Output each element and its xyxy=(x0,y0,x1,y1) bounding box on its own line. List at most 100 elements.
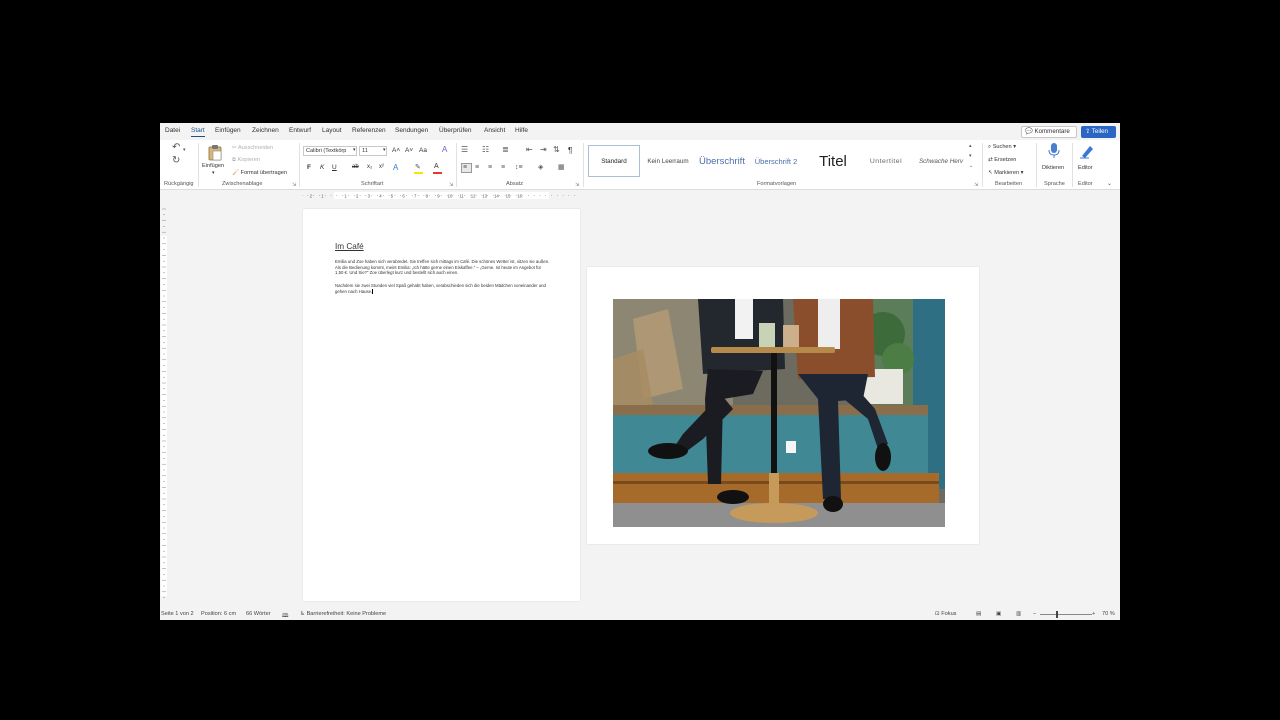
justify-icon[interactable]: ≡ xyxy=(501,164,505,172)
tab-start[interactable]: Start xyxy=(191,127,205,137)
subscript-button[interactable]: x₂ xyxy=(367,164,372,170)
strikethrough-button[interactable]: ab xyxy=(352,164,359,170)
font-name-select[interactable]: Calibri (Textkörp xyxy=(303,146,357,156)
styles-more-icon[interactable]: ⌄ xyxy=(969,162,973,170)
line-spacing-icon[interactable]: ↕≡ xyxy=(515,164,523,172)
tab-einfuegen[interactable]: Einfügen xyxy=(215,127,241,134)
zoom-in-icon[interactable]: + xyxy=(1092,611,1095,617)
accessibility-status[interactable]: ♿ Barrierefreiheit: Keine Probleme xyxy=(300,611,386,617)
paste-button[interactable]: Einfügen ▾ xyxy=(202,143,228,179)
replace-button[interactable]: ⇄ Ersetzen xyxy=(988,157,1016,163)
numbering-icon[interactable]: ☷ xyxy=(482,146,489,154)
font-color-button[interactable]: A xyxy=(433,163,443,174)
tab-sendungen[interactable]: Sendungen xyxy=(395,127,428,134)
group-label-font: Schriftart xyxy=(361,181,384,187)
ruler-tick-label: 16 xyxy=(517,193,522,198)
superscript-button[interactable]: x² xyxy=(379,164,384,170)
align-right-icon[interactable]: ≡ xyxy=(488,164,492,172)
status-bar: Seite 1 von 2 Position: 6 cm 66 Wörter 🕮… xyxy=(160,609,1120,620)
styles-scroll-down-icon[interactable]: ▾ xyxy=(969,152,972,160)
font-launcher-icon[interactable]: ⇲ xyxy=(449,182,453,188)
styles-launcher-icon[interactable]: ⇲ xyxy=(974,182,978,188)
style-kein-leerraum[interactable]: Kein Leerraum xyxy=(642,145,694,177)
zoom-out-icon[interactable]: − xyxy=(1033,611,1036,617)
borders-icon[interactable]: ▦ xyxy=(558,164,565,172)
highlighter-icon: ✎ xyxy=(415,164,421,171)
document-title[interactable]: Im Café xyxy=(335,242,364,251)
select-button[interactable]: ↖ Markieren ▾ xyxy=(988,170,1024,176)
cafe-photo[interactable] xyxy=(613,299,945,527)
multilevel-list-icon[interactable]: ≣ xyxy=(502,146,509,154)
bold-button[interactable]: F xyxy=(307,164,311,171)
comments-button[interactable]: 💬 Kommentare xyxy=(1021,126,1077,138)
paragraph-launcher-icon[interactable]: ⇲ xyxy=(575,182,579,188)
style-untertitel[interactable]: Untertitel xyxy=(862,145,910,177)
page-count[interactable]: Seite 1 von 2 xyxy=(161,611,194,617)
shading-icon[interactable]: ◈ xyxy=(538,164,543,172)
change-case-button[interactable]: Aa xyxy=(419,147,427,154)
italic-button[interactable]: K xyxy=(320,164,324,171)
style-ueberschrift[interactable]: Überschrift xyxy=(696,145,748,177)
tab-zeichnen[interactable]: Zeichnen xyxy=(252,127,279,134)
style-ueberschrift-2[interactable]: Überschrift 2 xyxy=(750,145,802,177)
tab-hilfe[interactable]: Hilfe xyxy=(515,127,528,134)
tab-referenzen[interactable]: Referenzen xyxy=(352,127,386,134)
style-titel[interactable]: Titel xyxy=(806,145,860,177)
show-marks-button[interactable]: ¶ xyxy=(568,146,572,155)
cut-button[interactable]: ✂ Ausschneiden xyxy=(232,145,273,151)
highlight-button[interactable]: ✎ xyxy=(414,163,424,174)
sort-icon[interactable]: ⇅ xyxy=(553,146,560,154)
collapse-ribbon-icon[interactable]: ⌄ xyxy=(1107,180,1112,188)
copy-button[interactable]: ⧉ Kopieren xyxy=(232,157,260,164)
clipboard-launcher-icon[interactable]: ⇲ xyxy=(292,182,296,188)
tab-ueberpruefen[interactable]: Überprüfen xyxy=(439,127,472,134)
zoom-slider-thumb[interactable] xyxy=(1056,611,1058,618)
tab-ansicht[interactable]: Ansicht xyxy=(484,127,505,134)
align-center-icon[interactable]: ≡ xyxy=(475,164,479,172)
clear-formatting-button[interactable]: A xyxy=(442,145,447,154)
share-button[interactable]: ⇪ Teilen xyxy=(1081,126,1116,138)
font-size-dropdown-icon[interactable]: ▾ xyxy=(383,147,386,153)
zoom-level[interactable]: 70 % xyxy=(1102,611,1115,617)
zoom-slider[interactable] xyxy=(1040,611,1092,618)
styles-scroll-up-icon[interactable]: ▴ xyxy=(969,142,972,150)
style-schwache-hervorhebung[interactable]: Schwache Herv xyxy=(912,145,970,177)
cursor-position[interactable]: Position: 6 cm xyxy=(201,611,236,617)
format-painter-button[interactable]: 🖌 Format übertragen xyxy=(232,170,287,176)
text-effects-button[interactable]: A xyxy=(393,163,398,172)
read-mode-icon[interactable]: ▤ xyxy=(976,611,981,617)
vertical-ruler[interactable] xyxy=(161,206,167,606)
web-layout-icon[interactable]: ▥ xyxy=(1016,611,1021,617)
find-button[interactable]: ⌕ Suchen ▾ xyxy=(988,144,1016,151)
undo-icon[interactable]: ↶ xyxy=(172,143,180,153)
document-page-2[interactable] xyxy=(587,267,979,544)
align-left-icon[interactable]: ≡ xyxy=(461,163,472,173)
document-paragraph-2[interactable]: Nachdem sie zwei Stunden viel Spaß gehab… xyxy=(335,283,550,294)
grow-font-button[interactable]: A˄ xyxy=(392,147,400,154)
read-icon[interactable]: 🕮 xyxy=(282,611,289,620)
increase-indent-icon[interactable]: ⇥ xyxy=(540,146,547,154)
underline-button[interactable]: U xyxy=(332,164,337,171)
horizontal-ruler[interactable]: 32112345678910111213141516 xyxy=(302,192,579,199)
style-standard[interactable]: Standard xyxy=(588,145,640,177)
document-paragraph-1[interactable]: Emilia und Zoe haben sich verabredet. Si… xyxy=(335,259,550,276)
print-layout-icon[interactable]: ▣ xyxy=(996,611,1001,617)
font-name-value: Calibri (Textkörp xyxy=(306,148,347,154)
document-page-1[interactable]: Im Café Emilia und Zoe haben sich verabr… xyxy=(303,209,580,601)
tab-entwurf[interactable]: Entwurf xyxy=(289,127,311,134)
undo-dropdown-icon[interactable]: ▾ xyxy=(183,146,186,154)
tab-layout[interactable]: Layout xyxy=(322,127,342,134)
focus-button[interactable]: ⊡ Fokus xyxy=(935,611,956,617)
replace-label: Ersetzen xyxy=(994,157,1017,163)
redo-icon[interactable]: ↻ xyxy=(172,156,180,166)
editor-button[interactable]: Editor xyxy=(1075,143,1099,177)
decrease-indent-icon[interactable]: ⇤ xyxy=(526,146,533,154)
comment-icon: 💬 xyxy=(1025,128,1033,135)
ruler-tick-label: 2 xyxy=(310,193,313,198)
bullets-icon[interactable]: ☰ xyxy=(461,146,468,154)
word-count[interactable]: 66 Wörter xyxy=(246,611,271,617)
tab-datei[interactable]: Datei xyxy=(165,127,180,134)
dictate-button[interactable]: Diktieren xyxy=(1040,143,1068,177)
font-name-dropdown-icon[interactable]: ▾ xyxy=(353,147,356,153)
shrink-font-button[interactable]: A˅ xyxy=(405,147,413,154)
